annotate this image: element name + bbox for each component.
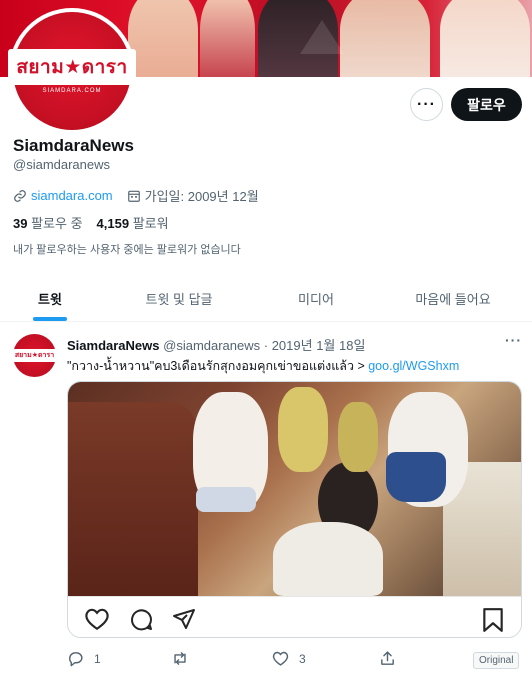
like-button[interactable]: 3 [272,650,306,667]
following-count: 39 [13,216,28,231]
banner-person [340,0,430,77]
link-icon [14,189,26,202]
joined-date: 가입일: 2009년 12월 [144,189,259,204]
reply-icon [69,652,83,667]
tweet-date[interactable]: 2019년 1월 18일 [272,338,366,353]
follow-button[interactable]: 팔로우 [451,88,522,121]
like-icon [272,651,289,666]
share-icon [381,651,394,665]
website-link[interactable]: siamdara.com [31,188,113,203]
tweet-author-handle[interactable]: @siamdaranews [163,338,260,353]
followers-label: 팔로워 [132,216,169,231]
banner-decoration [300,20,344,54]
profile-handle: @siamdaranews [13,157,111,172]
display-name: SiamdaraNews [13,136,134,155]
tweet-link[interactable]: goo.gl/WGShxm [368,359,459,373]
reply-count: 1 [94,651,101,666]
tweet-separator: · [260,338,272,353]
reply-button[interactable]: 1 [67,650,101,667]
profile-tabs: 트윗 트윗 및 답글 미디어 마음에 들어요 [0,275,532,322]
like-count: 3 [299,651,306,666]
mutual-followers-note: 내가 팔로우하는 사용자 중에는 팔로워가 없습니다 [13,244,241,256]
tweet-avatar-logo: สยาม★ดารา [11,349,58,362]
banner-person [128,0,198,77]
share-button[interactable] [379,650,396,667]
comment-icon[interactable] [128,607,154,631]
bookmark-icon[interactable] [481,607,505,633]
profile-avatar[interactable]: สยาม★ดารา SIAMDARA.COM [8,8,136,134]
tab-likes[interactable]: 마음에 들어요 [374,275,532,321]
tab-tweets-and-replies[interactable]: 트윗 및 답글 [100,275,258,321]
photo-figure [386,452,446,502]
following-label: 팔로우 중 [31,216,83,231]
tweet-more-button[interactable]: ··· [505,332,522,348]
profile-meta: siamdara.com 가입일: 2009년 12월 [13,186,259,205]
retweet-icon [174,652,186,665]
tweet-avatar[interactable]: สยาม★ดารา [11,334,58,377]
tweet-author-name[interactable]: SiamdaraNews [67,338,160,353]
logo-subtext: SIAMDARA.COM [42,87,102,94]
logo-text: สยาม★ดารา [8,48,136,85]
tweet-text: "กวาง-น้ำหวาน"คบ3เดือนรักสุกงอมคุกเข่าขอ… [67,356,459,376]
more-options-button[interactable]: ··· [410,88,443,121]
tweet-body: "กวาง-น้ำหวาน"คบ3เดือนรักสุกงอมคุกเข่าขอ… [67,359,369,373]
following-link[interactable]: 39 팔로우 중 [13,213,83,232]
photo-figure [196,487,256,512]
tweet-actions: 1 3 [67,650,522,672]
heart-outline-icon[interactable] [84,607,110,631]
photo-figure [338,402,378,472]
embed-actions [68,596,521,637]
tab-tweets[interactable]: 트윗 [0,275,100,321]
calendar-icon [127,190,140,202]
avatar-logo: สยาม★ดารา SIAMDARA.COM [8,12,136,130]
tab-media[interactable]: 미디어 [258,275,374,321]
embed-photo[interactable] [68,382,521,596]
followers-link[interactable]: 4,159 팔로워 [97,213,169,232]
tweet-header: SiamdaraNews @siamdaranews · 2019년 1월 18… [67,335,365,354]
instagram-embed-card[interactable] [67,381,522,638]
photo-figure [273,522,383,596]
banner-person [200,0,255,77]
send-icon[interactable] [171,607,197,631]
original-badge[interactable]: Original [473,652,520,669]
banner-person [440,0,530,77]
photo-sofa [68,402,198,596]
follow-counts: 39 팔로우 중 4,159 팔로워 [13,213,169,232]
retweet-button[interactable] [171,650,199,667]
followers-count: 4,159 [96,216,130,231]
photo-figure [278,387,328,472]
